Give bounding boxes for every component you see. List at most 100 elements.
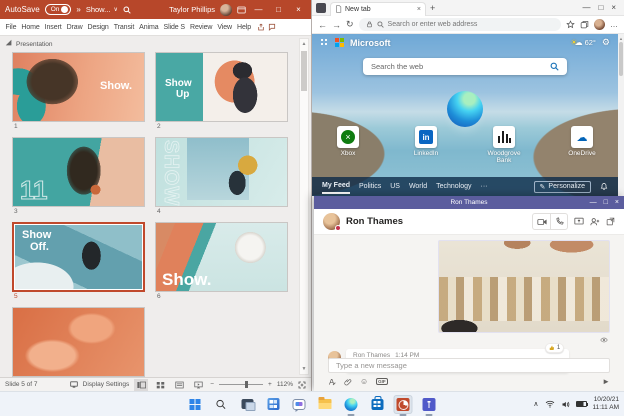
web-search-box[interactable]: Search the web (363, 58, 567, 75)
emoji-icon[interactable]: ☺ (360, 377, 368, 386)
volume-icon[interactable] (561, 400, 570, 409)
zoom-slider[interactable] (219, 384, 263, 385)
message-input[interactable]: Type a new message (328, 358, 610, 373)
attach-icon[interactable] (344, 378, 352, 386)
collections-icon[interactable] (580, 20, 589, 29)
format-icon[interactable] (328, 378, 336, 386)
feed-tab-us[interactable]: US (390, 180, 400, 193)
tab-file[interactable]: File (3, 24, 19, 31)
page-scrollbar[interactable]: ▲ (618, 34, 624, 196)
tab-design[interactable]: Design (85, 24, 111, 31)
forward-icon[interactable]: → (332, 20, 341, 30)
shortcut-linkedin[interactable]: inLinkedIn (403, 126, 449, 164)
screen-share-icon[interactable] (574, 217, 584, 226)
slide-6-canvas[interactable]: Show. (155, 222, 288, 292)
gif-icon[interactable]: GIF (376, 378, 388, 385)
personalize-button[interactable]: ✎ Personalize (534, 181, 591, 193)
display-settings-icon[interactable] (70, 381, 78, 388)
comments-icon[interactable] (268, 23, 276, 31)
reaction-badge[interactable]: 1 (545, 343, 564, 353)
send-icon[interactable]: ► (602, 377, 610, 386)
task-view-button[interactable] (238, 395, 257, 414)
file-explorer-button[interactable] (316, 395, 335, 414)
display-settings-label[interactable]: Display Settings (83, 381, 130, 388)
audio-call-icon[interactable] (550, 214, 567, 229)
slide-7-canvas[interactable] (12, 307, 145, 377)
bell-icon[interactable] (600, 182, 608, 191)
store-button[interactable] (368, 395, 387, 414)
close-button[interactable]: × (291, 5, 306, 14)
search-icon[interactable] (123, 6, 131, 14)
feed-tab-technology[interactable]: Technology (436, 180, 471, 193)
zoom-out-button[interactable]: − (210, 381, 214, 388)
quick-access-overflow-icon[interactable]: » (76, 5, 80, 14)
video-call-icon[interactable] (533, 214, 550, 229)
maximize-button[interactable]: □ (271, 5, 286, 14)
close-button[interactable]: × (611, 3, 616, 12)
slideshow-view-button[interactable] (191, 379, 205, 391)
taskbar-search-button[interactable] (212, 395, 231, 414)
scroll-up-icon[interactable]: ▲ (618, 34, 624, 42)
back-icon[interactable]: ← (318, 20, 327, 30)
minimize-button[interactable]: — (590, 199, 597, 206)
gear-icon[interactable]: ⚙ (602, 37, 610, 48)
feed-tab-politics[interactable]: Politics (359, 180, 381, 193)
chat-button[interactable] (290, 395, 309, 414)
scrollbar-thumb[interactable] (301, 51, 307, 91)
app-launcher-icon[interactable] (320, 38, 329, 47)
tab-help[interactable]: Help (235, 24, 254, 31)
sent-image-message[interactable] (438, 240, 610, 333)
close-button[interactable]: × (615, 199, 619, 206)
profile-avatar[interactable] (594, 19, 605, 30)
tab-slideshow[interactable]: Slide S (161, 24, 187, 31)
contact-avatar[interactable] (323, 213, 340, 230)
powerpoint-taskbar-button[interactable] (394, 395, 413, 414)
maximize-button[interactable]: □ (604, 199, 608, 206)
slide-1-canvas[interactable]: Show. (12, 52, 145, 122)
taskbar-clock[interactable]: 10/20/21 11:11 AM (593, 396, 620, 412)
weather-widget[interactable]: ☀ ☁ 62° (570, 38, 596, 47)
maximize-button[interactable]: □ (598, 3, 603, 12)
tab-actions-icon[interactable] (316, 3, 326, 13)
ribbon-display-options-icon[interactable] (237, 6, 246, 14)
tab-close-icon[interactable]: × (417, 6, 421, 13)
shortcut-onedrive[interactable]: ☁OneDrive (559, 126, 605, 164)
edge-taskbar-button[interactable] (342, 395, 361, 414)
new-tab-button[interactable]: + (430, 3, 435, 13)
start-button[interactable] (186, 395, 205, 414)
feed-tab-my-feed[interactable]: My Feed (322, 179, 350, 194)
scrollbar-thumb[interactable] (619, 42, 623, 76)
tab-new-tab[interactable]: New tab × (330, 2, 426, 16)
zoom-level[interactable]: 112% (277, 381, 293, 388)
fit-to-window-icon[interactable] (298, 381, 306, 389)
tab-transitions[interactable]: Transit (111, 24, 136, 31)
feed-more-icon[interactable]: ··· (481, 180, 488, 193)
wifi-icon[interactable] (545, 400, 555, 408)
slide-sorter-view-button[interactable] (153, 379, 167, 391)
thumbnail-scrollbar[interactable]: ▲ ▼ (299, 38, 309, 375)
brand-label[interactable]: Microsoft (350, 38, 391, 48)
section-header[interactable]: Presentation (0, 36, 311, 50)
slide-4-canvas[interactable]: SHOW (155, 137, 288, 207)
battery-icon[interactable] (576, 401, 587, 407)
tab-home[interactable]: Home (19, 24, 42, 31)
share-icon[interactable] (257, 23, 265, 31)
favorites-icon[interactable] (566, 20, 575, 29)
search-icon[interactable] (550, 62, 559, 71)
settings-more-icon[interactable]: … (610, 20, 618, 29)
slide-5-canvas[interactable]: ShowOff. (12, 222, 145, 292)
shortcut-xbox[interactable]: ×Xbox (325, 126, 371, 164)
tab-view[interactable]: View (215, 24, 235, 31)
avatar[interactable] (220, 4, 232, 16)
account-name[interactable]: Taylor Phillips (169, 5, 215, 14)
widgets-button[interactable] (264, 395, 283, 414)
document-title[interactable]: Show... ∨ (86, 5, 118, 14)
tab-insert[interactable]: Insert (42, 24, 64, 31)
scroll-down-icon[interactable]: ▼ (300, 364, 308, 374)
add-participant-icon[interactable] (590, 217, 600, 226)
tab-draw[interactable]: Draw (64, 24, 85, 31)
popout-icon[interactable] (606, 217, 615, 226)
feed-tab-world[interactable]: World (409, 180, 427, 193)
minimize-button[interactable]: — (582, 3, 590, 12)
scroll-up-icon[interactable]: ▲ (300, 39, 308, 49)
